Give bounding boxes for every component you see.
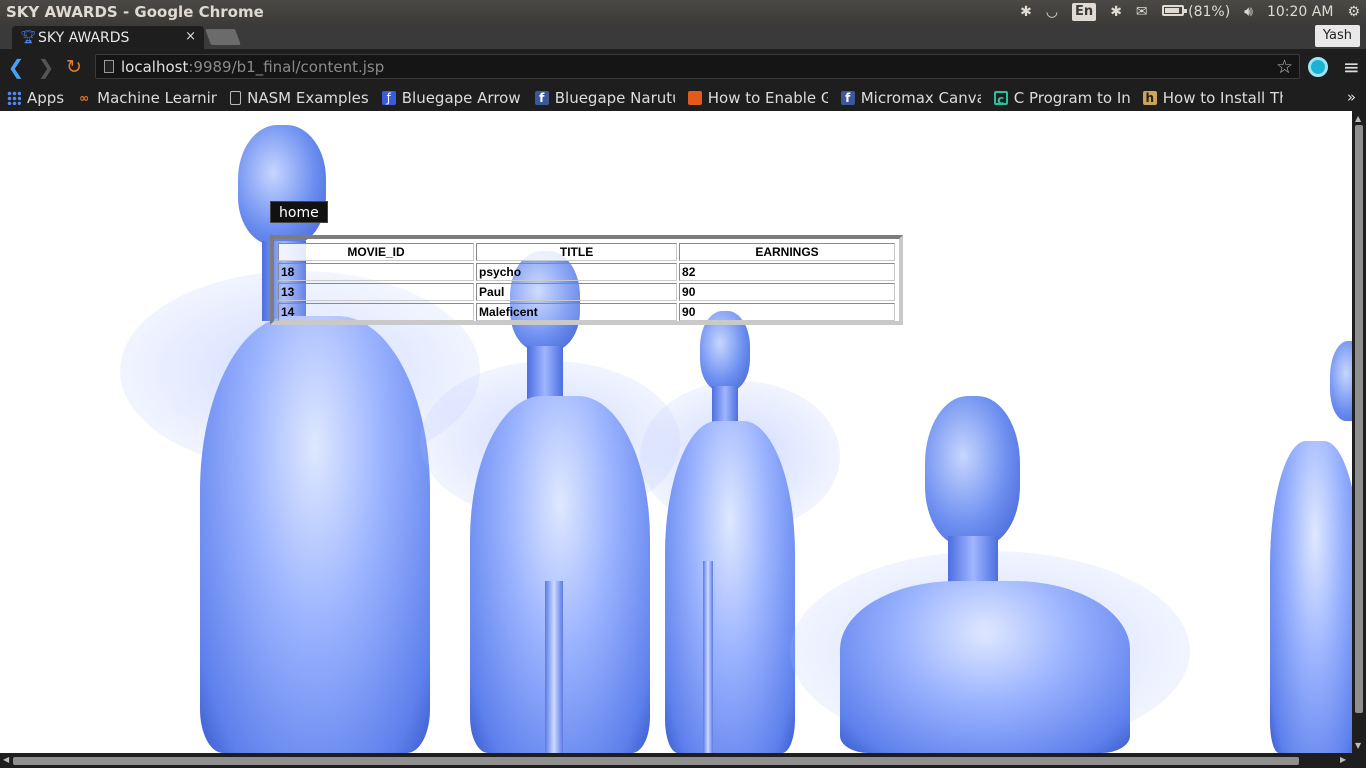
bookmark-machine-learning[interactable]: ∞ Machine Learning xyxy=(77,89,217,107)
bookmark-how-to-enable[interactable]: How to Enable Ga xyxy=(687,89,828,107)
scroll-right-arrow-icon[interactable]: ▶ xyxy=(1340,755,1346,764)
bookmark-bluegape-narutu[interactable]: f Bluegape Narutu xyxy=(534,89,675,107)
tab-sky-awards[interactable]: 🏆︎ SKY AWARDS × xyxy=(12,26,204,49)
reload-button[interactable]: ↻ xyxy=(64,56,84,78)
scroll-down-arrow-icon[interactable]: ▼ xyxy=(1355,741,1361,750)
movies-table: MOVIE_ID TITLE EARNINGS 18 psycho 82 13 … xyxy=(276,241,897,323)
bookmark-micromax-canvas[interactable]: f Micromax Canvas xyxy=(840,89,981,107)
chrome-menu-icon[interactable]: ≡ xyxy=(1343,55,1360,79)
bluetooth-icon[interactable]: ✱ xyxy=(1020,0,1032,24)
battery-indicator[interactable]: (81%) xyxy=(1161,0,1231,24)
tab-strip: 🏆︎ SKY AWARDS × Yash xyxy=(0,24,1366,49)
cell-earnings: 90 xyxy=(679,303,895,321)
cell-movie-id: 14 xyxy=(278,303,475,321)
mail-icon[interactable]: ✉ xyxy=(1136,0,1148,24)
apps-grid-icon xyxy=(7,91,21,105)
column-header-earnings: EARNINGS xyxy=(679,243,895,261)
bluetooth-icon[interactable]: ✱ xyxy=(1110,0,1122,24)
h-icon: h xyxy=(1142,91,1157,105)
clock[interactable]: 10:20 AM xyxy=(1267,0,1333,24)
address-bar[interactable]: localhost:9989/b1_final/content.jsp ☆ xyxy=(95,54,1300,79)
bookmark-nasm-examples[interactable]: NASM Examples xyxy=(230,89,369,107)
bluegape-icon: ƒ xyxy=(381,91,396,105)
vertical-scroll-thumb[interactable] xyxy=(1355,125,1363,713)
vertical-scrollbar[interactable]: ▲ ▼ xyxy=(1352,111,1366,753)
page-viewport: home MOVIE_ID TITLE EARNINGS 18 psycho 8… xyxy=(0,111,1352,753)
volume-icon[interactable]: 🔊︎ xyxy=(1244,0,1253,24)
battery-percent: (81%) xyxy=(1188,4,1231,20)
horizontal-scroll-thumb[interactable] xyxy=(13,757,1299,765)
page-icon xyxy=(230,91,242,105)
scroll-up-arrow-icon[interactable]: ▲ xyxy=(1355,114,1361,123)
facebook-icon: f xyxy=(534,91,549,105)
cell-movie-id: 13 xyxy=(278,283,475,301)
new-tab-button[interactable] xyxy=(205,29,241,45)
cell-title: Paul xyxy=(476,283,678,301)
cell-title: Maleficent xyxy=(476,303,678,321)
table-row: 13 Paul 90 xyxy=(278,283,895,301)
bookmark-how-to-install[interactable]: h How to Install Th xyxy=(1142,89,1283,107)
c-circle-icon: c xyxy=(993,91,1008,107)
home-button[interactable]: home xyxy=(270,201,328,223)
bookmarks-bar: Apps ∞ Machine Learning NASM Examples ƒ … xyxy=(0,85,1366,111)
bookmark-star-icon[interactable]: ☆ xyxy=(1276,56,1293,78)
tab-close-icon[interactable]: × xyxy=(185,29,196,44)
infinity-icon: ∞ xyxy=(79,91,90,105)
wifi-icon[interactable]: ◡ xyxy=(1046,0,1058,24)
cell-title: psycho xyxy=(476,263,678,281)
table-row: 14 Maleficent 90 xyxy=(278,303,895,321)
page-icon xyxy=(104,60,114,73)
tab-title: SKY AWARDS xyxy=(38,29,130,46)
forward-button[interactable]: ❯ xyxy=(36,56,56,78)
extension-icon[interactable] xyxy=(1308,57,1328,77)
table-row: 18 psycho 82 xyxy=(278,263,895,281)
column-header-title: TITLE xyxy=(476,243,678,261)
table-header-row: MOVIE_ID TITLE EARNINGS xyxy=(278,243,895,261)
cell-earnings: 90 xyxy=(679,283,895,301)
back-button[interactable]: ❮ xyxy=(6,56,26,78)
os-top-panel: SKY AWARDS - Google Chrome ✱ ◡ En ✱ ✉ (8… xyxy=(0,0,1366,24)
bookmark-apps[interactable]: Apps xyxy=(7,89,64,107)
box-icon xyxy=(687,91,702,105)
battery-icon xyxy=(1161,5,1187,16)
bookmarks-overflow-button[interactable]: » xyxy=(1347,88,1356,106)
profile-button[interactable]: Yash xyxy=(1314,25,1360,47)
bookmark-bluegape-arrow[interactable]: ƒ Bluegape Arrow T xyxy=(381,89,522,107)
keyboard-language-indicator[interactable]: En xyxy=(1072,3,1097,21)
cell-earnings: 82 xyxy=(679,263,895,281)
settings-gear-icon[interactable]: ⚙ xyxy=(1347,0,1360,24)
background-statues-image xyxy=(0,111,1352,753)
scroll-left-arrow-icon[interactable]: ◀ xyxy=(3,755,9,764)
browser-toolbar: ❮ ❯ ↻ localhost:9989/b1_final/content.js… xyxy=(0,49,1366,85)
cell-movie-id: 18 xyxy=(278,263,475,281)
bookmark-c-program[interactable]: c C Program to Inpu xyxy=(993,89,1130,107)
movies-table-frame: MOVIE_ID TITLE EARNINGS 18 psycho 82 13 … xyxy=(270,235,903,325)
facebook-icon: f xyxy=(840,91,855,105)
url-text[interactable]: localhost:9989/b1_final/content.jsp xyxy=(121,58,384,76)
window-title: SKY AWARDS - Google Chrome xyxy=(6,3,264,21)
column-header-movie-id: MOVIE_ID xyxy=(278,243,475,261)
horizontal-scrollbar[interactable]: ◀ ▶ xyxy=(0,753,1366,768)
system-tray: ✱ ◡ En ✱ ✉ (81%) 🔊︎ 10:20 AM ⚙ xyxy=(1020,0,1360,24)
trophy-favicon-icon: 🏆︎ xyxy=(20,29,37,45)
